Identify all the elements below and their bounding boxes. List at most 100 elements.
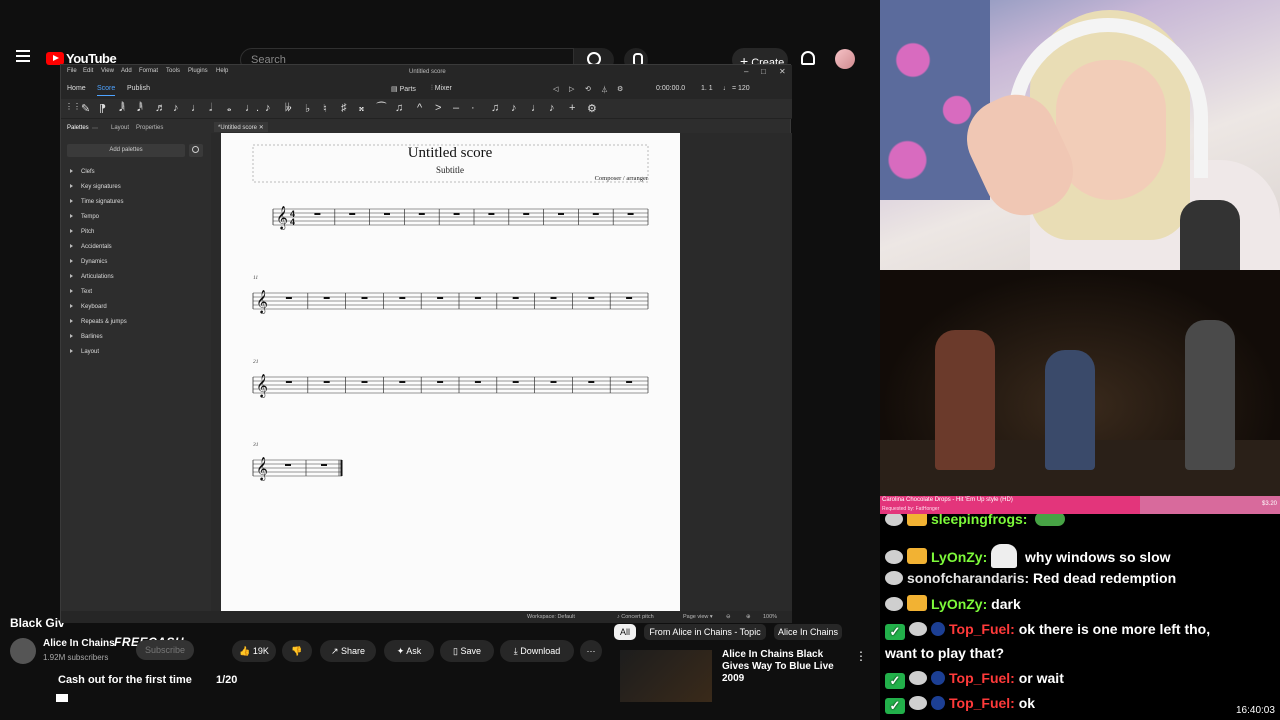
score-composer[interactable]: Composer / arranger: [595, 175, 649, 182]
natural-icon[interactable]: ♮: [323, 102, 327, 115]
dislike-button[interactable]: 👎: [282, 640, 312, 662]
measure-number[interactable]: 21: [253, 359, 259, 365]
score-subtitle[interactable]: Subtitle: [436, 165, 464, 175]
playback-settings-icon[interactable]: ⚙: [617, 85, 623, 93]
zoom-in-icon[interactable]: ⊕: [746, 614, 751, 620]
tie-icon[interactable]: ⁀: [377, 102, 386, 115]
palette-item[interactable]: Key signatures: [70, 184, 121, 190]
like-button[interactable]: 👍 19K: [232, 640, 276, 662]
palette-item[interactable]: Repeats & jumps: [70, 319, 127, 325]
tab-palettes[interactable]: Palettes: [67, 125, 89, 131]
whole-rest[interactable]: [558, 213, 564, 215]
zoom-level[interactable]: 100%: [763, 614, 777, 620]
close-icon[interactable]: ✕: [779, 67, 786, 76]
whole-rest[interactable]: [512, 381, 519, 383]
palette-item[interactable]: Text: [70, 289, 92, 295]
menu-tools[interactable]: Tools: [166, 68, 180, 74]
menu-format[interactable]: Format: [139, 68, 158, 74]
whole-rest[interactable]: [550, 381, 557, 383]
palette-item[interactable]: Articulations: [70, 274, 114, 280]
mixer-button[interactable]: ⫶ Mixer: [431, 85, 452, 93]
whole-rest[interactable]: [627, 213, 634, 215]
double-sharp-icon[interactable]: 𝄪: [359, 102, 364, 115]
thirty-second-note-icon[interactable]: 𝅘𝅥𝅱: [137, 102, 143, 115]
measure-number[interactable]: 11: [253, 275, 258, 281]
page-view-selector[interactable]: Page view ▾: [683, 614, 713, 620]
palette-item[interactable]: Clefs: [70, 169, 95, 175]
score-notation[interactable]: Untitled score Subtitle Composer / arran…: [221, 133, 680, 615]
parts-button[interactable]: ▤ Parts: [391, 85, 416, 93]
menu-help[interactable]: Help: [216, 68, 228, 74]
whole-rest[interactable]: [361, 381, 368, 383]
loop-icon[interactable]: ⟲: [585, 85, 591, 93]
whole-rest[interactable]: [550, 297, 557, 299]
recommended-title[interactable]: Alice In Chains Black Gives Way To Blue …: [722, 649, 842, 685]
chat-username[interactable]: sleepingfrogs:: [931, 514, 1027, 527]
account-avatar[interactable]: [835, 49, 855, 69]
whole-rest[interactable]: [592, 213, 599, 215]
palette-item[interactable]: Pitch: [70, 229, 94, 235]
metronome-icon[interactable]: ⏃: [601, 85, 608, 95]
palette-item[interactable]: Time signatures: [70, 199, 123, 205]
treble-clef[interactable]: 𝄞: [256, 373, 268, 398]
menu-plugins[interactable]: Plugins: [188, 68, 208, 74]
tab-properties[interactable]: Properties: [136, 125, 163, 131]
score-canvas[interactable]: Untitled score Subtitle Composer / arran…: [211, 133, 792, 615]
double-flat-icon[interactable]: 𝄫: [285, 102, 292, 115]
whole-rest[interactable]: [588, 297, 595, 299]
whole-rest[interactable]: [437, 381, 444, 383]
palette-item[interactable]: Accidentals: [70, 244, 112, 250]
whole-rest[interactable]: [361, 297, 368, 299]
note-input-pen-icon[interactable]: ✎: [81, 102, 90, 115]
notifications-bell-icon[interactable]: [801, 51, 815, 65]
ask-button[interactable]: ✦ Ask: [384, 640, 434, 662]
menu-view[interactable]: View: [101, 68, 114, 74]
eighth-note-icon[interactable]: ♪: [173, 102, 179, 114]
palette-item[interactable]: Dynamics: [70, 259, 107, 265]
flat-icon[interactable]: ♭: [305, 102, 310, 115]
more-actions-button[interactable]: ···: [580, 640, 602, 662]
whole-note-icon[interactable]: 𝅝: [227, 102, 231, 115]
tenuto-icon[interactable]: –: [453, 102, 459, 114]
tab-score[interactable]: Score: [97, 85, 116, 96]
whole-rest[interactable]: [453, 213, 460, 215]
quarter-note-icon[interactable]: ♩: [191, 102, 202, 114]
half-note-icon[interactable]: 𝅗𝅥: [209, 102, 213, 115]
whole-rest[interactable]: [285, 381, 292, 383]
add-toolbar-item-icon[interactable]: +: [569, 102, 575, 114]
whole-rest[interactable]: [323, 297, 330, 299]
recommended-more-icon[interactable]: ⋮: [855, 649, 867, 663]
zoom-out-icon[interactable]: ⊖: [726, 614, 731, 620]
chat-username[interactable]: sonofcharandaris:: [907, 570, 1029, 586]
subscribe-button[interactable]: Subscribe: [136, 640, 194, 660]
hamburger-menu-icon[interactable]: [16, 50, 30, 62]
whole-rest[interactable]: [384, 213, 390, 215]
chip-from-channel[interactable]: From Alice in Chains - Topic: [644, 624, 766, 640]
download-button[interactable]: ⤓ Download: [500, 640, 574, 662]
whole-rest[interactable]: [285, 297, 292, 299]
tab-publish[interactable]: Publish: [127, 85, 150, 92]
slur-icon[interactable]: ♫: [395, 102, 403, 114]
palette-item[interactable]: Layout: [70, 349, 99, 355]
score-page[interactable]: Untitled score Subtitle Composer / arran…: [221, 133, 680, 615]
measure-number[interactable]: 31: [252, 442, 259, 448]
whole-rest[interactable]: [399, 381, 406, 383]
workspace-selector[interactable]: Workspace: Default: [527, 614, 575, 620]
chat-username[interactable]: Top_Fuel:: [949, 695, 1015, 711]
whole-rest[interactable]: [474, 381, 481, 383]
whole-rest[interactable]: [323, 381, 330, 383]
document-tab[interactable]: *Untitled score ✕: [214, 122, 268, 132]
palettes-more-icon[interactable]: ⋯: [92, 125, 98, 132]
whole-rest[interactable]: [523, 213, 530, 215]
tab-layout[interactable]: Layout: [111, 125, 129, 131]
grace-note-icon[interactable]: ♪: [265, 102, 271, 114]
staccato-icon[interactable]: ·: [471, 102, 475, 114]
chat-username[interactable]: Top_Fuel:: [949, 621, 1015, 637]
menu-add[interactable]: Add: [121, 68, 132, 74]
share-button[interactable]: ↗ Share: [320, 640, 376, 662]
whole-rest[interactable]: [399, 297, 406, 299]
palette-search-icon[interactable]: [189, 144, 203, 157]
whole-rest[interactable]: [349, 213, 356, 215]
palette-item[interactable]: Keyboard: [70, 304, 107, 310]
score-title[interactable]: Untitled score: [408, 145, 493, 161]
